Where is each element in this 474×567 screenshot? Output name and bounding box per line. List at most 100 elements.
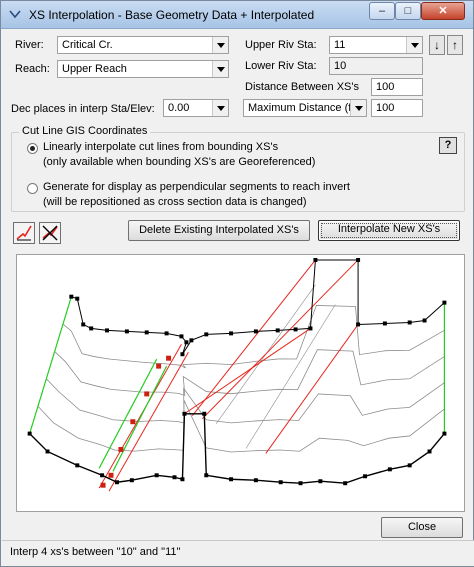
linear-interpolate-radio[interactable] (27, 143, 38, 154)
status-text: Interp 4 xs's between "10" and "11" (10, 546, 181, 558)
max-distance-select[interactable]: Maximum Distance (ft) (243, 99, 367, 117)
section-point (293, 327, 298, 332)
edit-line-tool[interactable] (13, 222, 35, 244)
option1-note: (only available when bounding XS's are G… (43, 156, 316, 168)
river-label: River: (15, 39, 44, 51)
close-button[interactable]: Close (381, 517, 463, 538)
option2-note: (will be repositioned as cross section d… (43, 196, 307, 208)
reach-value: Upper Reach (62, 63, 127, 75)
reach-label: Reach: (15, 63, 50, 75)
river-select[interactable]: Critical Cr. (57, 36, 229, 54)
lower-riv-sta-field: 10 (329, 57, 423, 75)
section-point (100, 473, 105, 478)
bank-station-point (130, 419, 136, 425)
max-distance-field[interactable]: 100 (371, 99, 423, 117)
section-point (229, 477, 234, 482)
bank-station-point (156, 363, 162, 369)
section-point (45, 449, 50, 454)
section-point (182, 411, 187, 416)
section-point (387, 467, 392, 472)
dec-places-label: Dec places in interp Sta/Elev: (11, 103, 155, 115)
section-point (407, 463, 412, 468)
section-point (81, 322, 86, 327)
section-point (278, 480, 283, 485)
section-point (172, 475, 177, 480)
chevron-down-icon[interactable] (212, 37, 228, 53)
title-bar[interactable]: XS Interpolation - Base Geometry Data + … (1, 1, 473, 29)
chevron-down-icon[interactable] (212, 61, 228, 77)
section-point (275, 328, 280, 333)
section-point (204, 332, 209, 337)
section-point (253, 478, 258, 483)
section-point (253, 329, 258, 334)
window-menu-icon[interactable] (9, 9, 21, 19)
section-point (318, 479, 323, 484)
interpolated-section-line (46, 378, 445, 424)
bank-station-point (144, 391, 150, 397)
section-point (114, 480, 119, 485)
up-arrow-button[interactable]: ↑ (447, 35, 463, 55)
section-point (124, 329, 129, 334)
lower-riv-sta-label: Lower Riv Sta: (245, 60, 317, 72)
option1-label: Linearly interpolate cut lines from boun… (43, 141, 279, 153)
minimize-button[interactable]: – (369, 2, 395, 20)
interpolate-button[interactable]: Interpolate New XS's (318, 220, 460, 241)
perpendicular-segments-radio[interactable] (27, 183, 38, 194)
help-button[interactable]: ? (439, 137, 457, 154)
gis-group-title: Cut Line GIS Coordinates (19, 125, 151, 137)
section-point (407, 320, 412, 325)
cross-section-plot[interactable] (16, 254, 465, 512)
reach-select[interactable]: Upper Reach (57, 60, 229, 78)
section-point (180, 352, 185, 357)
connector-line (245, 304, 336, 449)
section-point (313, 257, 318, 262)
section-point (356, 257, 361, 262)
section-point (422, 318, 427, 323)
section-point (89, 326, 94, 331)
section-point (204, 473, 209, 478)
down-arrow-button[interactable]: ↓ (429, 35, 445, 55)
cut-line (98, 344, 182, 489)
section-point (382, 321, 387, 326)
clear-lines-icon (42, 225, 58, 241)
window-title: XS Interpolation - Base Geometry Data + … (29, 8, 315, 22)
interpolated-section-line (62, 305, 445, 369)
section-point (144, 330, 149, 335)
section-point (442, 431, 447, 436)
bank-line (98, 358, 158, 469)
dec-places-select[interactable]: 0.00 (163, 99, 229, 117)
section-point (179, 334, 184, 339)
bank-station-point (118, 447, 124, 452)
cut-line (184, 328, 311, 415)
upper-riv-sta-select[interactable]: 11 (329, 36, 423, 54)
delete-interpolated-button[interactable]: Delete Existing Interpolated XS's (128, 220, 310, 241)
distance-field[interactable]: 100 (371, 78, 423, 96)
distance-label: Distance Between XS's (245, 81, 359, 93)
section-point (308, 326, 313, 331)
lower-section-line (29, 413, 445, 484)
dec-places-value: 0.00 (168, 102, 190, 114)
option2-label: Generate for display as perpendicular se… (43, 181, 350, 193)
interpolated-section-line (37, 400, 445, 453)
upper-section-line (71, 259, 445, 355)
section-point (343, 481, 348, 486)
clear-lines-tool[interactable] (39, 222, 61, 244)
bank-station-point (166, 355, 172, 361)
chevron-down-icon[interactable] (212, 100, 228, 116)
bank-line (29, 296, 72, 434)
section-point (184, 340, 189, 345)
maximize-button[interactable]: □ (395, 2, 421, 20)
edit-line-icon (16, 225, 32, 241)
section-point (363, 474, 368, 479)
section-point (442, 300, 447, 305)
chevron-down-icon[interactable] (406, 37, 422, 53)
section-point (356, 322, 361, 327)
chevron-down-icon[interactable] (350, 100, 366, 116)
close-window-button[interactable]: ✕ (421, 2, 465, 20)
section-point (75, 463, 80, 468)
upper-riv-sta-label: Upper Riv Sta: (245, 39, 317, 51)
max-distance-option: Maximum Distance (ft) (248, 102, 359, 114)
section-point (298, 481, 303, 486)
section-point (27, 431, 32, 436)
section-point (180, 477, 185, 482)
